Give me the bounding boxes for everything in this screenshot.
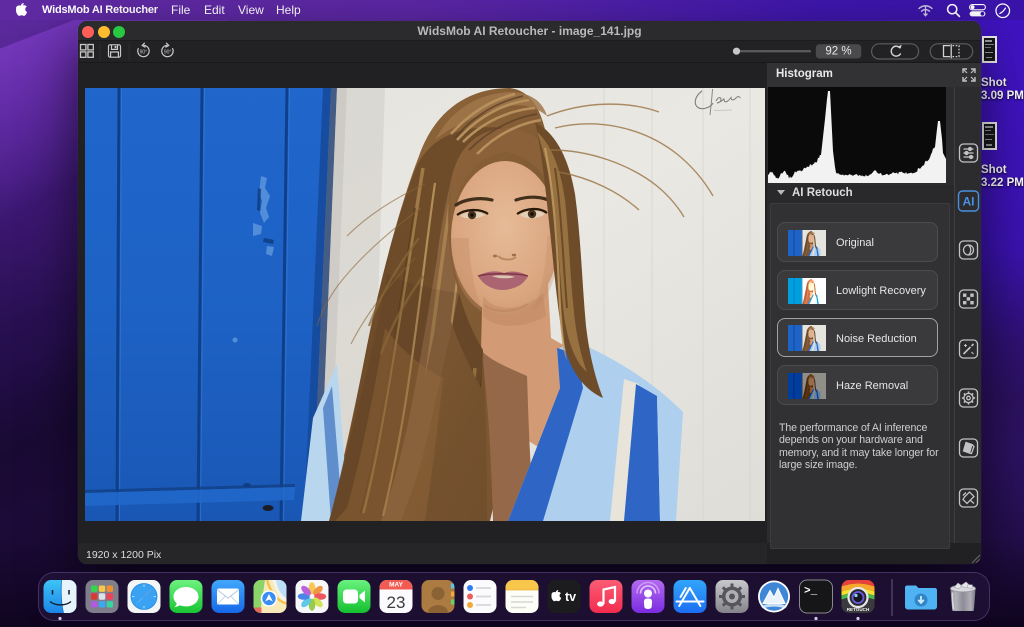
svg-text:RETOUCH: RETOUCH: [847, 607, 870, 612]
svg-text:23: 23: [387, 593, 406, 612]
svg-text:MAY: MAY: [389, 582, 404, 589]
svg-text:92 %: 92 %: [825, 46, 851, 58]
svg-text:tv: tv: [565, 590, 576, 604]
svg-text:>_: >_: [804, 586, 818, 598]
svg-text:90°: 90°: [140, 50, 148, 56]
svg-text:AI: AI: [963, 195, 975, 209]
svg-text:90°: 90°: [164, 50, 172, 56]
